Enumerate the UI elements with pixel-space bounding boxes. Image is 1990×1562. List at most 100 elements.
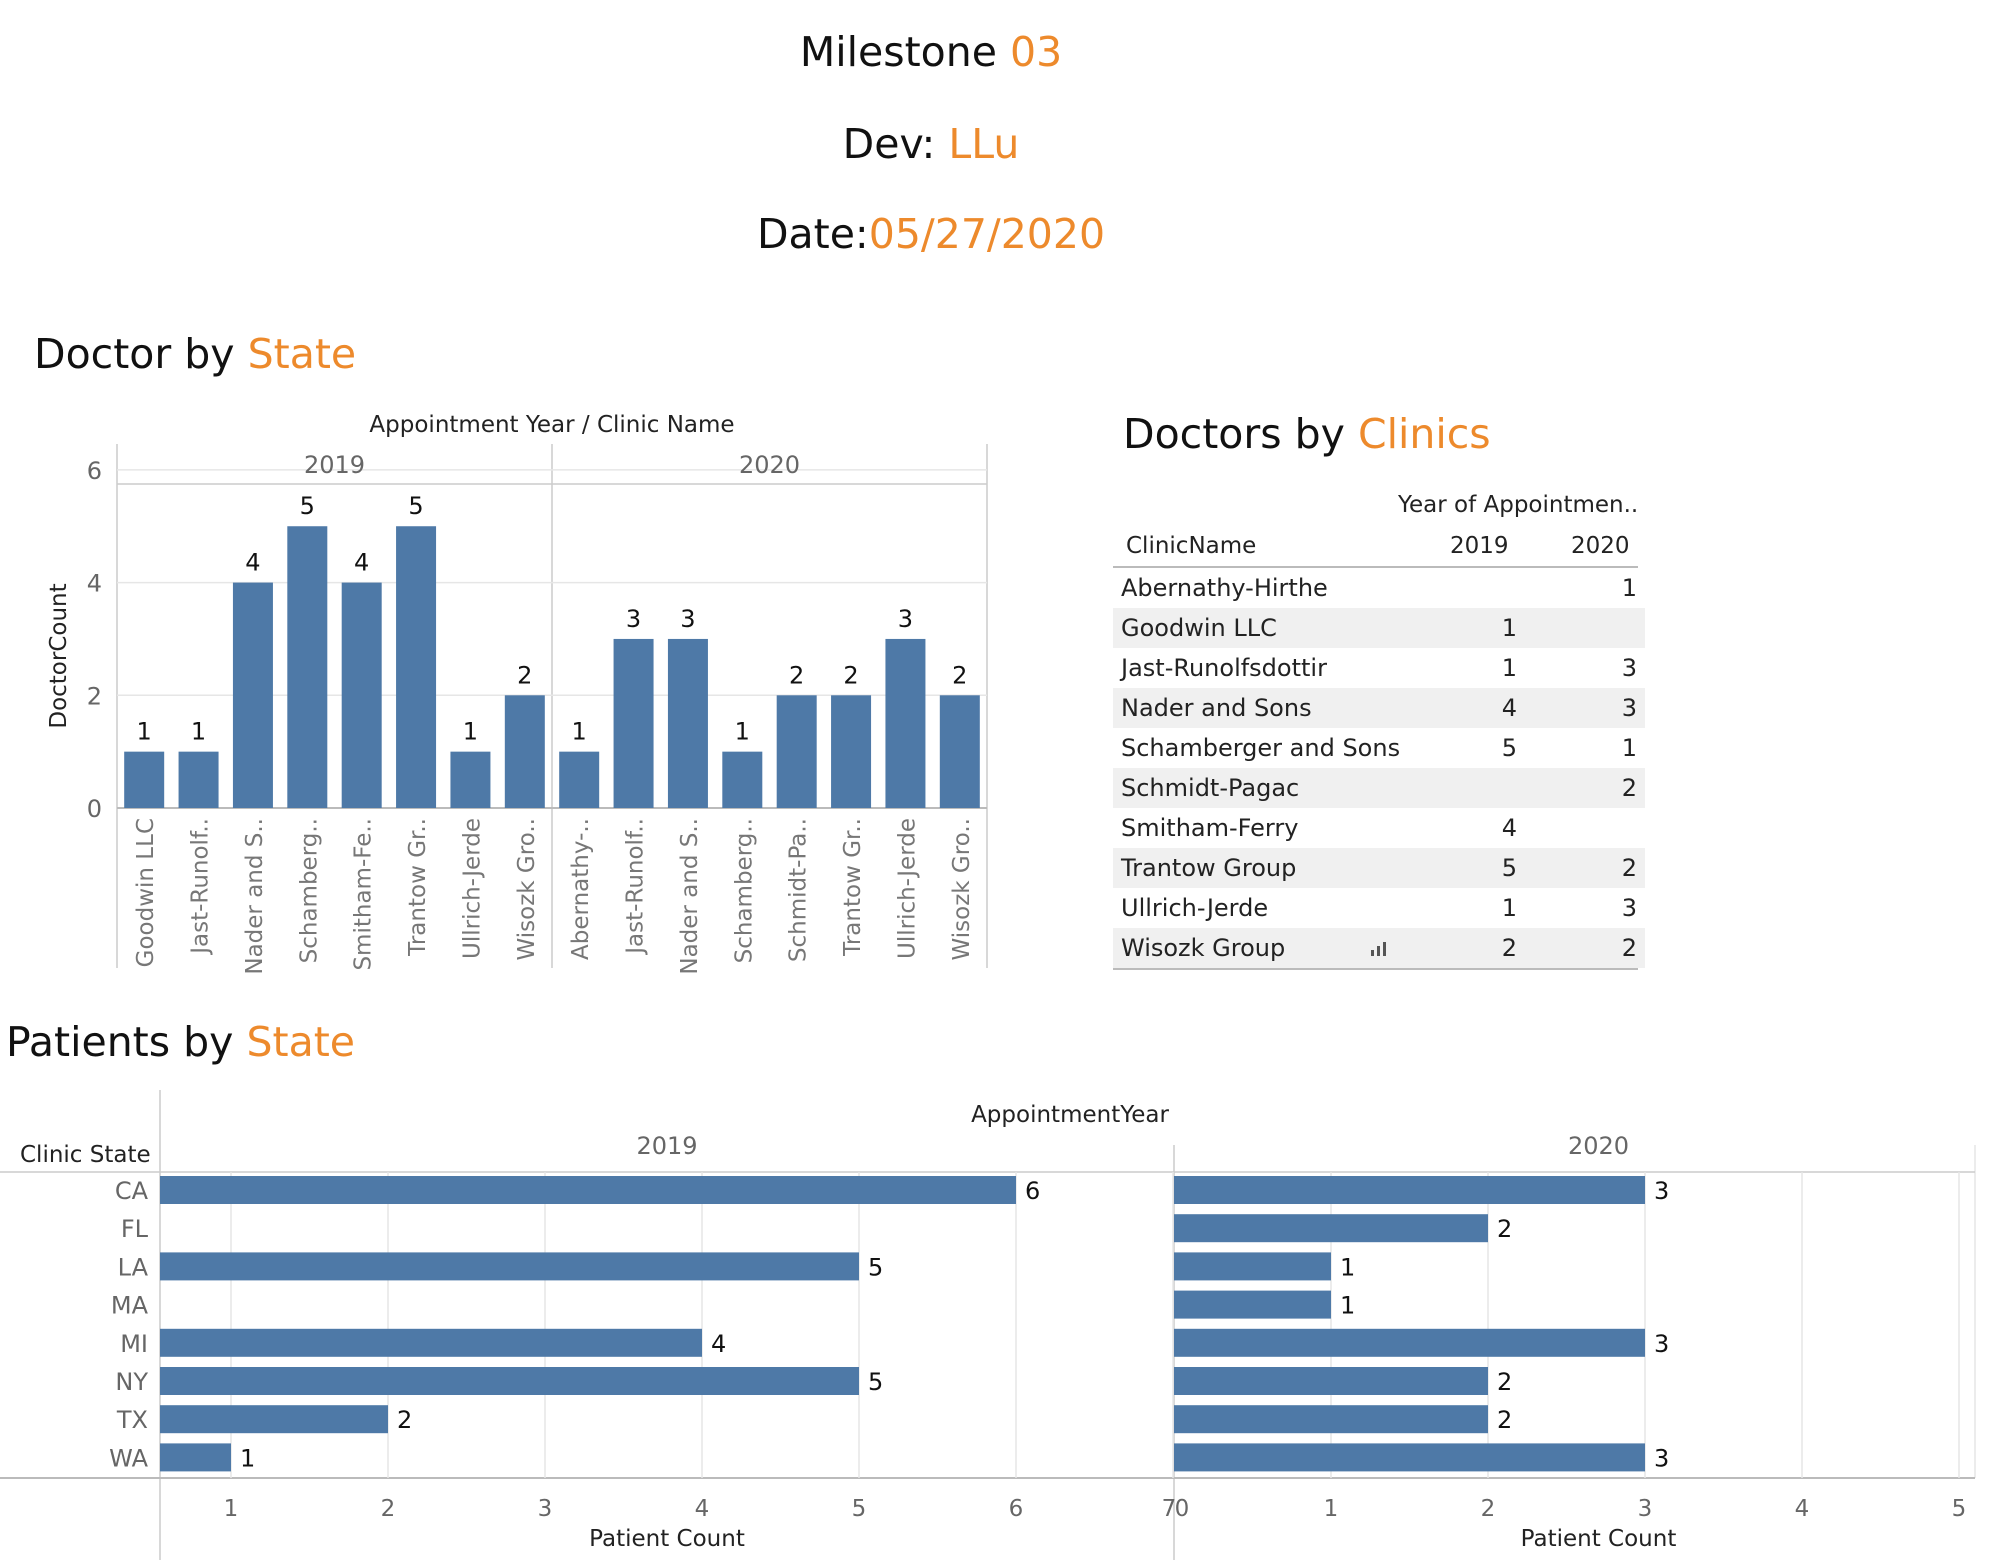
section-title-prefix: Patients by [6,1018,234,1066]
bar [396,526,437,808]
x-tick-label: 3 [1638,1496,1653,1522]
table-bottom-line [1113,968,1638,970]
count-2019-cell [1419,768,1525,808]
clinic-name-cell: Abernathy-Hirthe [1121,574,1328,602]
table-row: Ullrich-Jerde 1 3 [1113,888,1645,928]
doctor-by-state-chart: 0 2 4 6 DoctorCount 2019 1 Goodwin LLC 1 Jast-Run… [46,444,988,975]
bar [1174,1405,1488,1434]
table-row: Abernathy-Hirthe 1 [1113,568,1645,608]
section-title-prefix: Doctors by [1123,410,1345,458]
bar [776,695,817,808]
clinic-name-cell: Ullrich-Jerde [1121,894,1269,922]
x-category-label: Ullrich-Jerde [894,818,920,959]
count-2019-cell: 4 [1419,688,1525,728]
doctor-chart-header: Appointment Year / Clinic Name [369,412,735,438]
doctor-by-state-title: Doctor by State [34,330,356,378]
clinic-name-col-header: ClinicName [1126,533,1257,559]
x-tick-label: 4 [1795,1496,1810,1522]
y-axis-label: DoctorCount [46,583,72,728]
count-2019-cell [1419,568,1525,608]
doctors-by-clinics-table: Abernathy-Hirthe 1 Goodwin LLC 1 Jast-Runolf… [1113,568,1645,968]
x-tick-label: 6 [1009,1496,1024,1522]
section-title-highlight: Clinics [1357,410,1491,458]
count-2019-cell: 2 [1419,928,1525,968]
x-tick-label: 5 [852,1496,867,1522]
bar [1174,1328,1645,1357]
section-title-highlight: State [247,330,357,378]
count-2020-cell [1525,808,1645,848]
bar-value-label: 5 [868,1253,883,1281]
count-2020-cell: 3 [1621,654,1637,682]
bar-value-label: 3 [626,605,641,633]
x-tick-label: 2 [381,1496,396,1522]
date-title: Date:05/27/2020 [0,210,1862,258]
x-category-label: Wisozk Gro.. [514,818,540,960]
count-2020-cell: 2 [1525,848,1645,888]
panel-year-label: 2020 [1568,1132,1629,1160]
bar [124,751,165,808]
row-state-label: MI [120,1330,148,1358]
bar-value-label: 4 [711,1330,726,1358]
bar-value-label: 3 [898,605,913,633]
bar [613,638,654,808]
count-2019-cell: 5 [1501,734,1517,762]
bar [160,1405,388,1434]
x-category-label: Schamberg.. [731,818,757,963]
bar-value-label: 4 [245,549,260,577]
x-category-label: Jast-Runolf.. [188,818,214,956]
bar [1174,1443,1645,1472]
year-of-appointment-header: Year of Appointmen.. [1398,492,1639,518]
bar-value-label: 2 [1497,1215,1512,1243]
bar [667,638,708,808]
patients-by-state-chart: 1 2 3 4 5 6 72019Patient Count0 1 2 3 4 52020Patien… [0,1090,1976,1560]
clinic-name-cell: Goodwin LLC [1113,608,1419,648]
bar [1174,1290,1331,1319]
dev-label: Dev: [842,120,936,168]
date-value: 05/27/2020 [868,210,1106,258]
table-row: Goodwin LLC 1 [1113,608,1645,648]
section-title-highlight: State [246,1018,356,1066]
row-state-label: MA [111,1292,149,1320]
milestone-value: 03 [1010,28,1063,76]
x-tick-label: 1 [1324,1496,1339,1522]
doctors-by-clinics-title: Doctors by Clinics [1123,410,1491,458]
y-tick-label: 6 [87,457,102,485]
count-2019-cell: 5 [1419,848,1525,888]
bar-chart-icon[interactable] [1369,938,1391,958]
bar-value-label: 5 [300,492,315,520]
bar-value-label: 2 [1497,1368,1512,1396]
bar-value-label: 1 [191,718,206,746]
bar [559,751,600,808]
bar-value-label: 1 [1340,1292,1355,1320]
y-tick-label: 4 [87,570,102,598]
x-tick-label: 1 [224,1496,239,1522]
x-category-label: Trantow Gr.. [405,818,431,957]
col-2019-header: 2019 [1450,533,1509,559]
bar-value-label: 2 [952,661,967,689]
bar-value-label: 2 [789,661,804,689]
clinic-name-cell: Schamberger and Sons [1121,734,1401,762]
bar [450,751,491,808]
section-title-prefix: Doctor by [34,330,235,378]
table-row: Trantow Group 5 2 [1113,848,1645,888]
bar-value-label: 2 [1497,1406,1512,1434]
clinic-name-cell: Trantow Group [1113,848,1419,888]
bar [1174,1214,1488,1243]
bar [1174,1367,1488,1395]
bar-value-label: 5 [868,1368,883,1396]
bar [178,751,219,808]
bar [1174,1252,1331,1281]
bar-value-label: 4 [354,549,369,577]
table-row: Smitham-Ferry 4 [1113,808,1645,848]
x-category-label: Wisozk Gro.. [949,818,975,960]
patients-by-state-title: Patients by State [6,1018,355,1066]
x-category-label: Goodwin LLC [133,818,159,967]
bar [160,1176,1016,1204]
bar-value-label: 1 [1340,1253,1355,1281]
x-category-label: Smitham-Fe.. [351,818,377,971]
bar-value-label: 3 [1654,1330,1669,1358]
x-category-label: Nader and S.. [677,818,703,975]
clinic-name-cell: Schmidt-Pagac [1113,768,1419,808]
bar-value-label: 3 [680,605,695,633]
count-2019-cell: 1 [1419,608,1525,648]
